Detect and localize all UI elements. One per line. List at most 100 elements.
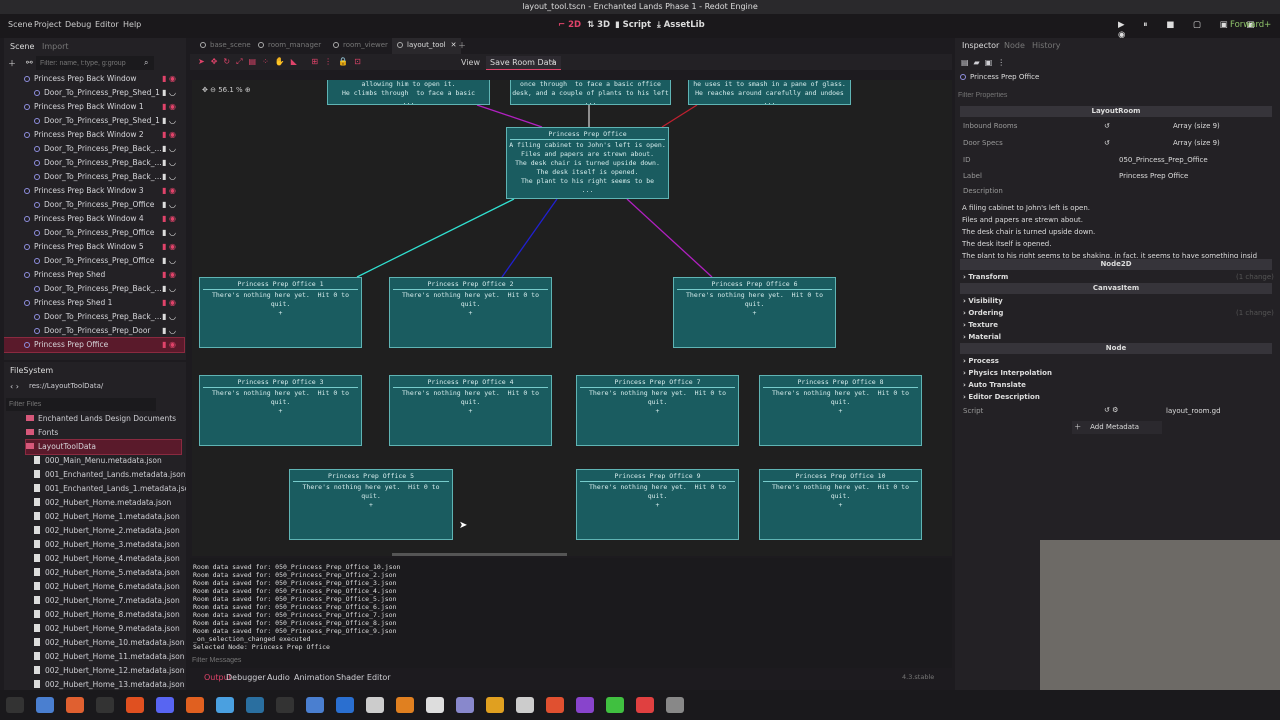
file-item[interactable]: 002_Hubert_Home_12.metadata.json xyxy=(34,664,185,678)
add-node-icon[interactable]: ＋ xyxy=(8,58,16,69)
file-item[interactable]: 002_Hubert_Home_1.metadata.json xyxy=(34,510,180,524)
scene-tree-item[interactable]: Door_To_Princess_Prep_Back_... ▮ ◡ xyxy=(4,170,184,184)
room-node[interactable]: Princess Prep Office 9 There's nothing he… xyxy=(576,469,739,540)
tab-scene[interactable]: Scene xyxy=(10,42,34,51)
revert-icon[interactable]: ↺ xyxy=(1104,122,1110,130)
script-icon[interactable]: ▮ ◡ xyxy=(162,324,176,338)
room-node[interactable]: allowing him to open it. He climbs throu… xyxy=(327,80,490,106)
inspector-toolbar-icons[interactable]: ▤▰▣⋮ xyxy=(961,58,1010,67)
scene-tree-item[interactable]: Princess Prep Back Window ▮ ◉ xyxy=(4,72,184,86)
menu-help[interactable]: Help xyxy=(123,20,141,29)
script-icon[interactable]: ▮ ◡ xyxy=(162,198,176,212)
room-node[interactable]: Princess Prep Office 3 There's nothing he… xyxy=(199,375,362,446)
description-textarea[interactable]: A filing cabinet to John's left is open.… xyxy=(962,202,1257,258)
inbound-rooms-value[interactable]: Array (size 9) xyxy=(1173,122,1220,130)
script-visibility-icons[interactable]: ▮ ◉ xyxy=(162,128,176,142)
script-icon[interactable]: ▮ ◡ xyxy=(162,142,176,156)
scene-tree-item[interactable]: Door_To_Princess_Prep_Office ▮ ◡ xyxy=(4,226,184,240)
scene-tree-item[interactable]: Door_To_Princess_Prep_Back_... ▮ ◡ xyxy=(4,282,184,296)
file-item[interactable]: 002_Hubert_Home_4.metadata.json xyxy=(34,552,180,566)
tab-animation[interactable]: Animation xyxy=(294,673,335,682)
taskbar-app-icon[interactable] xyxy=(216,697,234,713)
room-node[interactable]: Princess Prep Office 2 There's nothing he… xyxy=(389,277,552,348)
taskbar-app-icon[interactable] xyxy=(6,697,24,713)
property-group[interactable]: › Process xyxy=(963,357,999,365)
scene-tree-item[interactable]: Door_To_Princess_Prep_Shed_1 ▮ ◡ xyxy=(4,114,184,128)
room-node[interactable]: Princess Prep Office 6 There's nothing he… xyxy=(673,277,836,348)
scene-tree-item[interactable]: Princess Prep Office ▮ ◉ xyxy=(4,337,185,353)
workspace-2d[interactable]: ⌐ 2D xyxy=(558,20,581,30)
new-tab-icon[interactable]: ＋ xyxy=(458,40,466,51)
taskbar-app-icon[interactable] xyxy=(156,697,174,713)
file-item[interactable]: 000_Main_Menu.metadata.json xyxy=(34,454,162,468)
room-node[interactable]: Princess Prep Office A filing cabinet to … xyxy=(506,127,669,199)
tab-audio[interactable]: Audio xyxy=(267,673,290,682)
workspace-assetlib[interactable]: ⤓ AssetLib xyxy=(657,20,705,30)
scene-tree-item[interactable]: Door_To_Princess_Prep_Shed_1 ▮ ◡ xyxy=(4,86,184,100)
revert-icon[interactable]: ↺ xyxy=(1104,139,1110,147)
room-node[interactable]: Princess Prep Office 7 There's nothing he… xyxy=(576,375,739,446)
taskbar-app-icon[interactable] xyxy=(306,697,324,713)
file-item[interactable]: 002_Hubert_Home_3.metadata.json xyxy=(34,538,180,552)
add-metadata-button[interactable]: ＋ Add Metadata xyxy=(1072,421,1162,434)
renderer-select[interactable]: Forward+ xyxy=(1230,20,1271,30)
label-value[interactable]: Princess Prep Office xyxy=(1119,172,1188,180)
file-item[interactable]: 001_Enchanted_Lands_1.metadata.json xyxy=(34,482,186,496)
tab-inspector[interactable]: Inspector xyxy=(962,41,999,50)
scene-tree-item[interactable]: Door_To_Princess_Prep_Office ▮ ◡ xyxy=(4,254,184,268)
script-icon[interactable]: ▮ ◡ xyxy=(162,114,176,128)
menu-project[interactable]: Project xyxy=(34,20,61,29)
menu-editor[interactable]: Editor xyxy=(95,20,119,29)
taskbar-app-icon[interactable] xyxy=(456,697,474,713)
room-node[interactable]: Princess Prep Office 4 There's nothing he… xyxy=(389,375,552,446)
file-item[interactable]: 002_Hubert_Home_8.metadata.json xyxy=(34,608,180,622)
taskbar-app-icon[interactable] xyxy=(276,697,294,713)
folder-item[interactable]: Fonts xyxy=(26,426,58,440)
view-menu[interactable]: View xyxy=(461,58,480,67)
room-node[interactable]: Princess Prep Office 1 There's nothing he… xyxy=(199,277,362,348)
room-node[interactable]: once through to face a basic office desk… xyxy=(510,80,671,106)
taskbar-app-icon[interactable] xyxy=(396,697,414,713)
editor-tab[interactable]: layout_tool ✕ xyxy=(392,38,462,54)
plus-button[interactable]: + xyxy=(550,57,557,66)
room-node[interactable]: Princess Prep Office 5 There's nothing he… xyxy=(289,469,453,540)
id-value[interactable]: 050_Princess_Prep_Office xyxy=(1119,156,1208,164)
horizontal-scrollbar[interactable] xyxy=(392,553,567,556)
file-item[interactable]: 002_Hubert_Home_5.metadata.json xyxy=(34,566,180,580)
scene-tree[interactable]: Princess Prep Back Window ▮ ◉ Door_To_Prin… xyxy=(4,72,186,360)
scene-tree-item[interactable]: Princess Prep Back Window 2 ▮ ◉ xyxy=(4,128,184,142)
script-icon[interactable]: ▮ ◡ xyxy=(162,86,176,100)
file-item[interactable]: 002_Hubert_Home_13.metadata.json xyxy=(34,678,185,690)
zoom-control[interactable]: ✥ ⊖ 56.1 % ⊕ xyxy=(202,86,251,94)
filter-messages-input[interactable] xyxy=(192,654,892,666)
menu-debug[interactable]: Debug xyxy=(65,20,91,29)
taskbar-app-icon[interactable] xyxy=(666,697,684,713)
folder-item[interactable]: Enchanted Lands Design Documents xyxy=(26,412,176,426)
property-group[interactable]: › Editor Description xyxy=(963,393,1040,401)
room-node[interactable]: Princess Prep Office 10 There's nothing h… xyxy=(759,469,922,540)
script-icon[interactable]: ▮ ◡ xyxy=(162,254,176,268)
taskbar-app-icon[interactable] xyxy=(576,697,594,713)
scene-tree-item[interactable]: Princess Prep Back Window 3 ▮ ◉ xyxy=(4,184,184,198)
scene-filter-input[interactable] xyxy=(36,56,154,70)
link-icon[interactable]: ⚯ xyxy=(26,58,33,67)
property-group[interactable]: › Physics Interpolation xyxy=(963,369,1052,377)
editor-tab[interactable]: base_scene xyxy=(195,38,256,54)
taskbar-app-icon[interactable] xyxy=(516,697,534,713)
file-item[interactable]: 002_Hubert_Home_10.metadata.json xyxy=(34,636,185,650)
tool-icons[interactable]: ➤✥↻⤢▤⁘✋◣ ⊞⋮🔒⊡ xyxy=(198,57,367,67)
tab-debugger[interactable]: Debugger xyxy=(226,673,266,682)
script-icon[interactable]: ▮ ◡ xyxy=(162,310,176,324)
taskbar-app-icon[interactable] xyxy=(546,697,564,713)
property-group[interactable]: › Ordering xyxy=(963,309,1003,317)
taskbar-app-icon[interactable] xyxy=(606,697,624,713)
script-visibility-icons[interactable]: ▮ ◉ xyxy=(162,72,176,86)
filter-properties-input[interactable] xyxy=(958,89,1248,101)
scene-tree-item[interactable]: Door_To_Princess_Prep_Back_... ▮ ◡ xyxy=(4,156,184,170)
script-visibility-icons[interactable]: ▮ ◉ xyxy=(162,100,176,114)
scene-tree-item[interactable]: Door_To_Princess_Prep_Back_... ▮ ◡ xyxy=(4,142,184,156)
file-item[interactable]: 002_Hubert_Home_6.metadata.json xyxy=(34,580,180,594)
editor-tab[interactable]: room_viewer xyxy=(328,38,393,54)
inspected-node-select[interactable]: Princess Prep Office xyxy=(960,73,1260,85)
script-visibility-icons[interactable]: ▮ ◉ xyxy=(162,184,176,198)
